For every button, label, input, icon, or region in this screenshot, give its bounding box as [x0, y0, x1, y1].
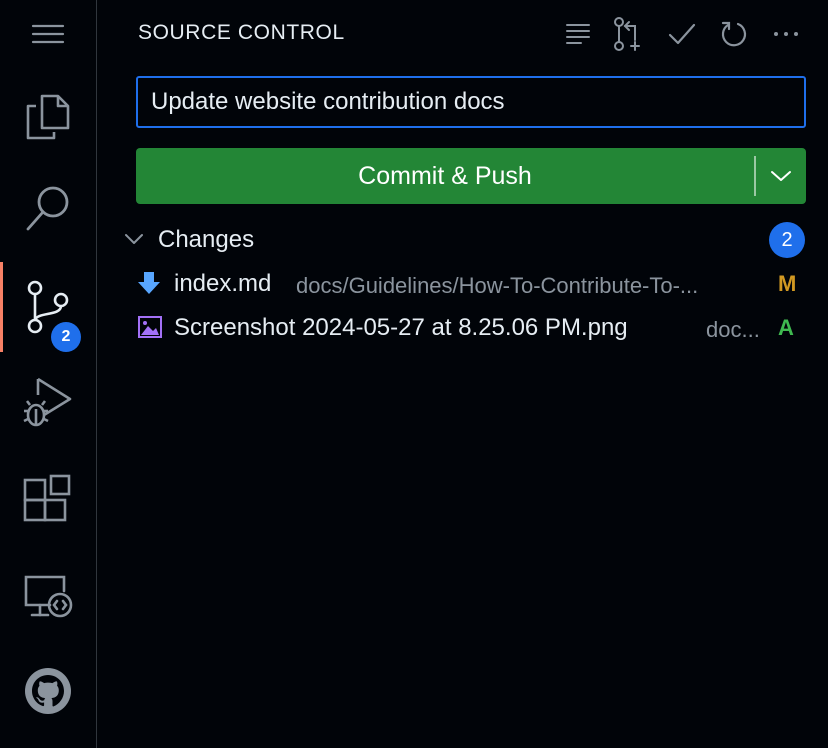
view-as-tree-button[interactable]	[558, 13, 598, 55]
file-name: index.md	[174, 270, 272, 297]
file-status-added: A	[778, 315, 794, 340]
vscode-window: 2 SOURCE CONTROL Update website contribu…	[0, 0, 828, 748]
view-as-tree-icon	[566, 24, 590, 44]
chevron-down-icon	[771, 171, 791, 181]
file-path: doc...	[706, 317, 760, 342]
file-row-index-md[interactable]: index.md docs/Guidelines/How-To-Contribu…	[98, 262, 828, 306]
github-icon	[25, 668, 71, 714]
panel-title: SOURCE CONTROL	[138, 21, 345, 44]
commit-check-icon	[668, 23, 696, 45]
changes-section-header[interactable]: Changes 2	[122, 220, 812, 260]
extensions-button[interactable]	[0, 454, 96, 544]
run-debug-button[interactable]	[0, 356, 96, 446]
create-pull-request-icon	[614, 17, 640, 51]
changes-label: Changes	[158, 226, 255, 253]
more-actions-button[interactable]	[766, 13, 806, 55]
file-row-screenshot-png[interactable]: Screenshot 2024-05-27 at 8.25.06 PM.png …	[98, 306, 828, 350]
search-icon	[26, 186, 69, 231]
explorer-icon	[26, 94, 70, 140]
refresh-icon	[721, 21, 747, 47]
menu-icon	[31, 24, 65, 44]
more-actions-icon	[774, 32, 798, 36]
commit-check-button[interactable]	[662, 13, 702, 55]
source-control-button[interactable]: 2	[0, 262, 96, 352]
commit-dropdown-button[interactable]	[756, 148, 806, 204]
markdown-file-icon	[138, 272, 160, 294]
remote-explorer-icon	[24, 575, 73, 618]
source-control-badge: 2	[51, 322, 81, 352]
create-pull-request-button[interactable]	[610, 13, 650, 55]
file-status-modified: M	[778, 271, 797, 296]
source-control-panel: SOURCE CONTROL Update website contributi…	[98, 0, 828, 748]
remote-explorer-button[interactable]	[0, 552, 96, 642]
commit-button-group: Commit & Push	[136, 148, 806, 204]
chevron-down-icon	[125, 234, 143, 244]
activity-bar: 2	[0, 0, 97, 748]
menu-button[interactable]	[0, 0, 96, 68]
commit-push-button[interactable]: Commit & Push	[136, 148, 754, 204]
search-button[interactable]	[0, 164, 96, 254]
file-name: Screenshot 2024-05-27 at 8.25.06 PM.png	[174, 314, 628, 341]
panel-toolbar	[548, 13, 828, 55]
changes-count-badge: 2	[769, 222, 805, 258]
image-file-icon	[138, 316, 162, 338]
commit-message-input[interactable]	[136, 76, 806, 128]
explorer-button[interactable]	[0, 72, 96, 162]
file-path: docs/Guidelines/How-To-Contribute-To-...	[296, 273, 699, 298]
extensions-icon	[23, 474, 71, 522]
github-button[interactable]	[0, 646, 96, 736]
refresh-button[interactable]	[714, 13, 754, 55]
run-debug-icon	[23, 377, 72, 427]
